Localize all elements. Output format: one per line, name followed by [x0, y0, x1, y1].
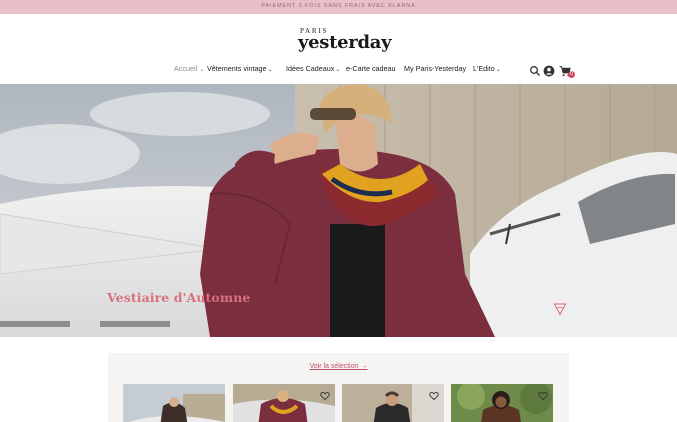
search-icon[interactable] — [529, 64, 541, 76]
product-card[interactable] — [233, 384, 335, 422]
site-logo[interactable]: PARIS yesterday — [295, 26, 392, 56]
hero-title: Vestiaire d'Automne — [107, 290, 251, 305]
product-card[interactable] — [342, 384, 444, 422]
account-icon[interactable] — [543, 64, 555, 77]
nav-item-my-paris-yesterday[interactable]: My Paris-Yesterday — [404, 64, 466, 73]
nav-item-label: L'Edito — [473, 64, 495, 73]
cart-count-badge: 0 — [568, 71, 575, 78]
header-icons: 0 — [528, 64, 578, 78]
announcement-bar: PAIEMENT 3 FOIS SANS FRAIS AVEC KLARNA — [0, 0, 677, 14]
announcement-text: PAIEMENT 3 FOIS SANS FRAIS AVEC KLARNA — [261, 3, 416, 9]
nav-item-label: Idées Cadeaux — [286, 64, 335, 73]
product-card[interactable] — [451, 384, 553, 422]
nav-separator — [201, 69, 203, 71]
chevron-down-icon: ⌄ — [495, 67, 501, 73]
product-image — [123, 384, 225, 422]
logo-main: yesterday — [298, 32, 392, 53]
nav-item-accueil[interactable]: Accueil — [174, 64, 197, 73]
selection-section: Voir la sélection → — [108, 353, 569, 422]
heart-icon[interactable] — [320, 388, 330, 401]
product-card[interactable] — [123, 384, 225, 422]
nav-item-e-carte-cadeau[interactable]: e-Carte cadeau — [346, 64, 396, 73]
cart-icon[interactable]: 0 — [559, 64, 575, 78]
chevron-down-icon: ⌄ — [335, 67, 341, 73]
see-selection-link[interactable]: Voir la sélection → — [108, 363, 569, 370]
hero-banner[interactable]: Vestiaire d'Automne — [0, 84, 677, 337]
heart-icon[interactable] — [429, 388, 439, 401]
nav-item-edito[interactable]: L'Edito⌄ — [473, 64, 501, 73]
hero-image — [0, 84, 677, 337]
chevron-down-icon: ⌄ — [267, 67, 273, 73]
down-triangle-arrow-icon[interactable] — [553, 302, 567, 316]
heart-icon[interactable] — [538, 388, 548, 401]
nav-item-vetements-vintage[interactable]: Vêtements vintage⌄ — [207, 64, 273, 73]
nav-item-idees-cadeaux[interactable]: Idées Cadeaux⌄ — [286, 64, 340, 73]
nav-item-label: Vêtements vintage — [207, 64, 267, 73]
